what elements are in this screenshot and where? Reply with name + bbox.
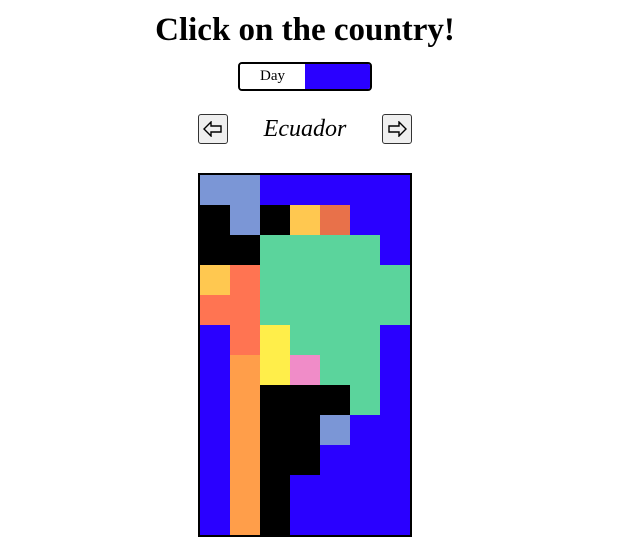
country-cell[interactable] <box>350 235 380 265</box>
country-cell[interactable] <box>290 415 320 445</box>
country-cell[interactable] <box>320 235 350 265</box>
country-cell[interactable] <box>230 505 260 535</box>
country-cell[interactable] <box>290 385 320 415</box>
country-cell[interactable] <box>230 385 260 415</box>
ocean-cell <box>200 445 230 475</box>
country-cell[interactable] <box>380 265 410 295</box>
country-cell[interactable] <box>290 355 320 385</box>
country-cell[interactable] <box>380 295 410 325</box>
ocean-cell <box>350 475 380 505</box>
next-country-button[interactable] <box>382 114 412 144</box>
country-cell[interactable] <box>200 175 230 205</box>
country-cell[interactable] <box>260 205 290 235</box>
country-cell[interactable] <box>320 415 350 445</box>
country-cell[interactable] <box>230 325 260 355</box>
country-cell[interactable] <box>260 235 290 265</box>
country-map[interactable] <box>198 173 412 537</box>
country-cell[interactable] <box>260 415 290 445</box>
ocean-cell <box>200 415 230 445</box>
country-cell[interactable] <box>230 475 260 505</box>
country-cell[interactable] <box>230 265 260 295</box>
ocean-cell <box>380 355 410 385</box>
country-cell[interactable] <box>290 295 320 325</box>
ocean-cell <box>380 505 410 535</box>
country-cell[interactable] <box>350 385 380 415</box>
ocean-cell <box>380 325 410 355</box>
ocean-cell <box>380 235 410 265</box>
country-cell[interactable] <box>320 325 350 355</box>
country-cell[interactable] <box>230 205 260 235</box>
map-canvas[interactable] <box>200 175 410 535</box>
country-cell[interactable] <box>320 205 350 235</box>
country-cell[interactable] <box>230 175 260 205</box>
ocean-cell <box>290 175 320 205</box>
left-arrow-icon <box>203 121 223 137</box>
ocean-cell <box>200 505 230 535</box>
country-cell[interactable] <box>350 325 380 355</box>
country-cell[interactable] <box>320 265 350 295</box>
ocean-cell <box>200 325 230 355</box>
country-cell[interactable] <box>230 355 260 385</box>
ocean-cell <box>350 445 380 475</box>
ocean-cell <box>350 505 380 535</box>
ocean-cell <box>200 355 230 385</box>
country-cell[interactable] <box>320 295 350 325</box>
country-cell[interactable] <box>290 325 320 355</box>
ocean-cell <box>290 475 320 505</box>
ocean-cell <box>380 385 410 415</box>
country-cell[interactable] <box>320 355 350 385</box>
country-cell[interactable] <box>260 505 290 535</box>
ocean-cell <box>380 205 410 235</box>
country-cell[interactable] <box>200 265 230 295</box>
country-cell[interactable] <box>260 475 290 505</box>
ocean-cell <box>200 385 230 415</box>
current-country-name: Ecuador <box>263 116 347 142</box>
country-cell[interactable] <box>230 235 260 265</box>
country-cell[interactable] <box>260 385 290 415</box>
toggle-night-knob[interactable] <box>305 64 370 89</box>
day-night-toggle[interactable]: Day <box>238 62 372 91</box>
country-cell[interactable] <box>230 415 260 445</box>
ocean-cell <box>380 445 410 475</box>
ocean-cell <box>350 205 380 235</box>
ocean-cell <box>320 475 350 505</box>
country-cell[interactable] <box>260 265 290 295</box>
country-cell[interactable] <box>290 205 320 235</box>
country-cell[interactable] <box>200 235 230 265</box>
toggle-day-label[interactable]: Day <box>240 64 305 89</box>
country-cell[interactable] <box>350 265 380 295</box>
right-arrow-icon <box>387 121 407 137</box>
country-cell[interactable] <box>320 385 350 415</box>
country-cell[interactable] <box>260 355 290 385</box>
country-cell[interactable] <box>260 325 290 355</box>
country-cell[interactable] <box>260 295 290 325</box>
country-cell[interactable] <box>200 295 230 325</box>
ocean-cell <box>350 175 380 205</box>
country-cell[interactable] <box>200 205 230 235</box>
page-title: Click on the country! <box>155 12 455 48</box>
country-cell[interactable] <box>290 445 320 475</box>
country-cell[interactable] <box>230 445 260 475</box>
country-cell[interactable] <box>350 295 380 325</box>
ocean-cell <box>260 175 290 205</box>
ocean-cell <box>320 505 350 535</box>
country-cell[interactable] <box>350 355 380 385</box>
ocean-cell <box>290 505 320 535</box>
previous-country-button[interactable] <box>198 114 228 144</box>
country-cell[interactable] <box>290 235 320 265</box>
ocean-cell <box>380 475 410 505</box>
ocean-cell <box>320 445 350 475</box>
country-cell[interactable] <box>260 445 290 475</box>
ocean-cell <box>200 475 230 505</box>
ocean-cell <box>320 175 350 205</box>
ocean-cell <box>350 415 380 445</box>
country-cell[interactable] <box>230 295 260 325</box>
ocean-cell <box>380 415 410 445</box>
country-cell[interactable] <box>290 265 320 295</box>
ocean-cell <box>380 175 410 205</box>
